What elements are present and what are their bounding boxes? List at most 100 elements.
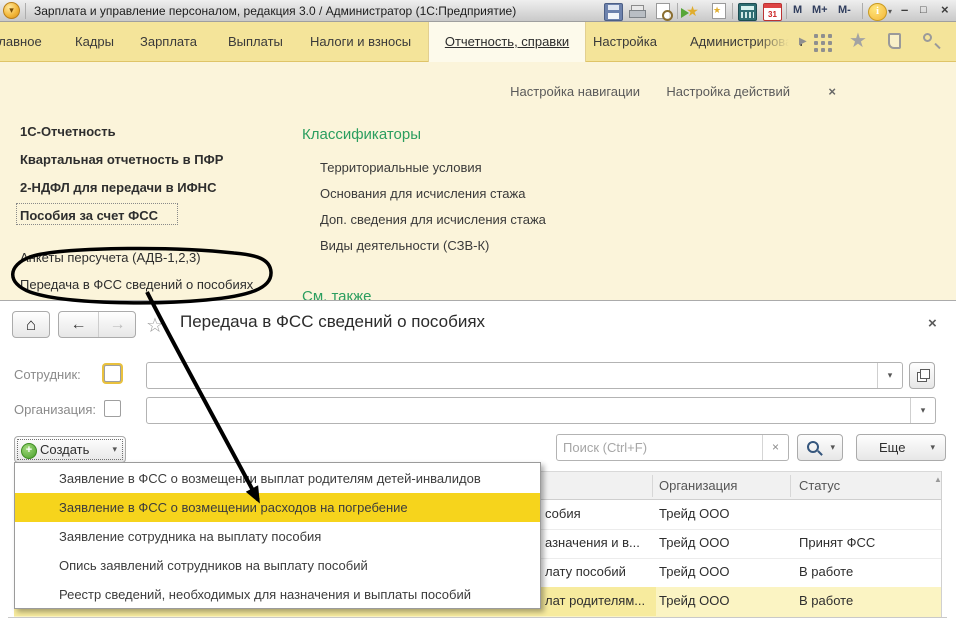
more-dropdown-icon: ▾ bbox=[930, 435, 935, 460]
employee-dropdown-icon[interactable]: ▾ bbox=[877, 363, 902, 388]
search-input[interactable] bbox=[557, 435, 775, 460]
more-button[interactable]: Еще ▾ bbox=[856, 434, 946, 461]
plus-icon: + bbox=[21, 443, 37, 459]
cell-organization: Трейд ООО bbox=[659, 587, 729, 615]
link-action-settings[interactable]: Настройка действий bbox=[666, 84, 790, 99]
home-icon: ⌂ bbox=[26, 315, 36, 334]
employee-label: Сотрудник: bbox=[14, 367, 81, 382]
add-favorite-icon[interactable]: ★ bbox=[684, 3, 701, 19]
table-bottom-border bbox=[8, 617, 947, 618]
tab-vyplaty[interactable]: Выплаты bbox=[212, 22, 299, 62]
employee-field[interactable]: ▾ bbox=[146, 362, 903, 389]
employee-open-button[interactable] bbox=[909, 362, 935, 389]
nav-item-kvartalnaya-otchetnost-pfr[interactable]: Квартальная отчетность в ПФР bbox=[20, 152, 223, 167]
cell-document: лат родителям... bbox=[545, 587, 645, 615]
link-vidy-deyatelnosti-szvk[interactable]: Виды деятельности (СЗВ-К) bbox=[320, 238, 489, 253]
column-header-organization[interactable]: Организация bbox=[659, 472, 737, 499]
search-button[interactable]: ▾ bbox=[797, 434, 843, 461]
calendar-icon[interactable]: 31 bbox=[763, 3, 782, 21]
home-button[interactable]: ⌂ bbox=[12, 311, 50, 338]
favorites-page-icon[interactable]: ★ bbox=[712, 3, 726, 19]
orb-chevron-icon: ▾ bbox=[9, 5, 14, 15]
organization-dropdown-icon[interactable]: ▾ bbox=[910, 398, 935, 423]
open-icon-2 bbox=[920, 369, 930, 379]
link-dop-svedeniya-stazha[interactable]: Доп. сведения для исчисления стажа bbox=[320, 212, 546, 227]
link-osnovaniya-ischisleniya-stazha[interactable]: Основания для исчисления стажа bbox=[320, 186, 525, 201]
cell-document: лату пособий bbox=[545, 558, 626, 586]
cell-status: В работе bbox=[799, 587, 853, 615]
grid-menu-icon[interactable] bbox=[814, 34, 818, 38]
nav-item-1c-otchetnost[interactable]: 1С-Отчетность bbox=[20, 124, 116, 139]
tab-zarplata[interactable]: Зарплата bbox=[124, 22, 213, 62]
search-icon[interactable] bbox=[923, 33, 932, 42]
favorites-star-icon[interactable]: ★ bbox=[849, 31, 867, 51]
calculator-icon[interactable] bbox=[738, 3, 757, 21]
organization-label: Организация: bbox=[14, 402, 96, 417]
divider bbox=[732, 3, 733, 19]
more-button-label: Еще bbox=[879, 435, 905, 460]
menu-item-opis-zayavleniy[interactable]: Опись заявлений сотрудников на выплату п… bbox=[15, 551, 540, 580]
create-button-label: Создать bbox=[40, 437, 89, 462]
favorite-star-icon[interactable]: ☆ bbox=[146, 313, 164, 338]
scroll-up-icon[interactable]: ▲ bbox=[934, 475, 942, 484]
close-button[interactable]: × bbox=[941, 2, 949, 17]
save-icon[interactable] bbox=[604, 3, 623, 21]
search-box: × bbox=[556, 434, 789, 461]
search-clear-icon[interactable]: × bbox=[762, 435, 788, 460]
menu-item-rashody-na-pogrebenie[interactable]: Заявление в ФСС о возмещении расходов на… bbox=[15, 493, 540, 522]
memory-m-button[interactable]: M bbox=[793, 4, 802, 16]
history-icon[interactable] bbox=[888, 33, 901, 49]
screen: ▾ Зарплата и управление персоналом, реда… bbox=[0, 0, 956, 628]
tab-overflow-arrow-icon[interactable]: ▶ bbox=[799, 36, 807, 47]
dialog-title: Передача в ФСС сведений о пособиях bbox=[180, 312, 485, 332]
print-preview-icon[interactable] bbox=[656, 3, 670, 19]
column-divider[interactable] bbox=[790, 475, 791, 497]
create-button[interactable]: + Создать ▾ bbox=[14, 436, 126, 463]
minimize-button[interactable]: – bbox=[901, 2, 908, 17]
create-dropdown-icon: ▾ bbox=[112, 437, 117, 462]
divider bbox=[25, 3, 26, 19]
organization-field[interactable]: ▾ bbox=[146, 397, 936, 424]
tab-kadry[interactable]: Кадры bbox=[59, 22, 130, 62]
search-dropdown-icon: ▾ bbox=[830, 435, 835, 460]
column-header-status[interactable]: Статус bbox=[799, 472, 840, 499]
divider bbox=[862, 3, 863, 19]
link-territorialnye-usloviya[interactable]: Территориальные условия bbox=[320, 160, 482, 175]
nav-item-posobiya-za-schet-fss[interactable]: Пособия за счет ФСС bbox=[20, 208, 158, 223]
menu-item-zayavlenie-sotrudnika[interactable]: Заявление сотрудника на выплату пособия bbox=[15, 522, 540, 551]
cell-organization: Трейд ООО bbox=[659, 558, 729, 586]
link-nav-settings[interactable]: Настройка навигации bbox=[510, 84, 640, 99]
vertical-scrollbar[interactable] bbox=[941, 471, 942, 617]
back-button[interactable]: ← bbox=[59, 312, 99, 337]
forward-button[interactable]: → bbox=[98, 312, 137, 337]
panel-close-icon[interactable]: × bbox=[828, 84, 836, 99]
menu-item-reestr-svedeniy[interactable]: Реестр сведений, необходимых для назначе… bbox=[15, 580, 540, 609]
divider bbox=[677, 3, 678, 19]
organization-checkbox[interactable] bbox=[104, 400, 121, 417]
main-menu-button[interactable]: ▾ bbox=[3, 2, 20, 19]
classifiers-header[interactable]: Классификаторы bbox=[302, 126, 421, 143]
tab-nalogi-i-vznosy[interactable]: Налоги и взносы bbox=[294, 22, 427, 62]
print-icon[interactable] bbox=[629, 3, 646, 19]
memory-m-minus-button[interactable]: M- bbox=[838, 4, 851, 16]
window-title: Зарплата и управление персоналом, редакц… bbox=[34, 4, 516, 18]
tab-nastroyka[interactable]: Настройка bbox=[577, 22, 673, 62]
menu-item-vyplaty-roditelyam-detey-invalidov[interactable]: Заявление в ФСС о возмещении выплат роди… bbox=[15, 464, 540, 493]
maximize-button[interactable]: □ bbox=[920, 4, 927, 16]
employee-checkbox[interactable] bbox=[104, 365, 121, 382]
history-nav-buttons: ← → bbox=[58, 311, 136, 338]
dialog-close-icon[interactable]: × bbox=[928, 315, 937, 332]
star-icon: ★ bbox=[713, 5, 721, 16]
nav-item-2ndfl-ifns[interactable]: 2-НДФЛ для передачи в ИФНС bbox=[20, 180, 216, 195]
nav-item-ankety-persucheta[interactable]: Анкеты персучета (АДВ-1,2,3) bbox=[20, 250, 201, 265]
info-icon[interactable]: i bbox=[868, 3, 887, 21]
nav-item-peredacha-v-fss[interactable]: Передача в ФСС сведений о пособиях bbox=[20, 277, 253, 292]
cell-status: В работе bbox=[799, 558, 853, 586]
column-divider[interactable] bbox=[652, 475, 653, 497]
tab-glavnoe[interactable]: Главное bbox=[0, 22, 58, 62]
cell-organization: Трейд ООО bbox=[659, 529, 729, 557]
memory-m-plus-button[interactable]: M+ bbox=[812, 4, 828, 16]
info-dropdown-icon[interactable]: ▾ bbox=[888, 7, 892, 16]
magnifier-icon bbox=[807, 441, 819, 453]
tab-otchetnost-spravki[interactable]: Отчетность, справки bbox=[428, 22, 586, 62]
